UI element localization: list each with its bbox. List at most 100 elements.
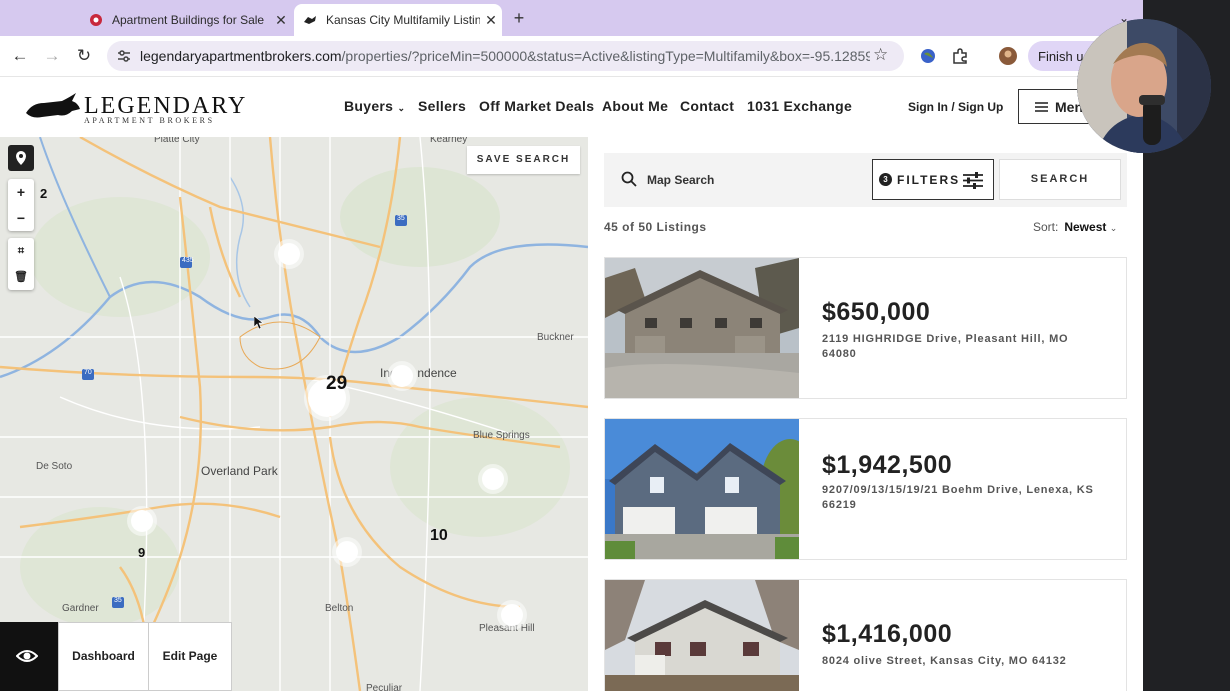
map-view[interactable]: Platte City Kearney Buckner Indendence B… (0, 137, 588, 691)
auth-links: Sign In / Sign Up (908, 100, 1003, 114)
search-button[interactable]: SEARCH (999, 159, 1121, 200)
logo-favicon-icon (302, 12, 318, 28)
chevron-down-icon: ⌄ (1109, 223, 1118, 233)
listing-price: $1,416,000 (822, 620, 953, 648)
dashboard-button[interactable]: Dashboard (58, 622, 149, 691)
auth-separator: / (951, 100, 955, 114)
map-label-gardner: Gardner (62, 603, 99, 614)
map-marker[interactable] (391, 365, 413, 387)
sign-up-link[interactable]: Sign Up (958, 100, 1003, 114)
globe-extension-icon[interactable] (918, 46, 938, 66)
nav-about-me[interactable]: About Me (602, 98, 668, 114)
sort-value: Newest (1064, 220, 1107, 234)
location-pin-button[interactable] (8, 145, 34, 171)
eye-icon (16, 650, 38, 662)
site-favicon-icon (88, 12, 104, 28)
profile-avatar-icon[interactable] (998, 46, 1018, 66)
map-label-independence-b: ndence (417, 366, 457, 380)
browser-window: Apartment Buildings for Sale ✕ Kansas Ci… (0, 0, 1143, 691)
trash-icon[interactable]: 🗑 (8, 264, 34, 290)
map-marker[interactable] (131, 510, 153, 532)
cluster-count: 9 (138, 545, 146, 560)
listing-price: $650,000 (822, 298, 931, 326)
save-search-button[interactable]: SAVE SEARCH (467, 146, 580, 174)
map-marker[interactable] (278, 243, 300, 265)
map-label-de-soto: De Soto (36, 461, 73, 472)
listing-photo[interactable] (605, 419, 799, 559)
filters-count-badge: 3 (879, 173, 892, 186)
map-marker[interactable] (501, 604, 523, 626)
listing-address: 8024 olive Street, Kansas City, MO 64132 (822, 655, 1067, 667)
map-label-peculiar: Peculiar (366, 683, 403, 691)
listings-pane: Map Search 3 FILTERS SEARCH 45 of 50 Lis… (588, 137, 1143, 691)
listing-card[interactable]: $1,942,500 9207/09/13/15/19/21 Boehm Dri… (604, 418, 1127, 560)
webcam-overlay (1077, 19, 1211, 153)
sort-dropdown[interactable]: Sort: Newest ⌄ (1033, 220, 1117, 234)
tab-kansas-city-listings[interactable]: Kansas City Multifamily Listin ✕ (294, 4, 502, 36)
bookmark-star-icon[interactable]: ☆ (873, 45, 888, 65)
listing-address: 2119 HIGHRIDGE Drive, Pleasant Hill, MO … (822, 333, 1069, 360)
zoom-level: 2 (40, 186, 48, 201)
zoom-in-button[interactable]: + (8, 179, 34, 205)
address-bar[interactable]: legendaryapartmentbrokers.com/properties… (107, 41, 904, 71)
presenter-video (1077, 19, 1211, 153)
nav-buyers-label: Buyers (344, 98, 394, 114)
listing-count: 45 of 50 Listings (604, 220, 707, 234)
url-text: legendaryapartmentbrokers.com/properties… (140, 48, 870, 64)
browser-toolbar: ← → ↻ legendaryapartmentbrokers.com/prop… (0, 36, 1143, 77)
listing-card[interactable]: $650,000 2119 HIGHRIDGE Drive, Pleasant … (604, 257, 1127, 399)
forward-arrow-icon[interactable]: → (40, 44, 64, 68)
map-label-platte-city: Platte City (154, 137, 200, 145)
map-search-input[interactable]: Map Search (647, 173, 714, 187)
site-settings-icon[interactable] (115, 47, 133, 65)
site-logo[interactable]: LEGENDARY APARTMENT BROKERS (22, 89, 245, 125)
nav-1031-exchange[interactable]: 1031 Exchange (747, 98, 852, 114)
hamburger-icon (1035, 102, 1048, 112)
sign-in-link[interactable]: Sign In (908, 100, 948, 114)
search-icon (621, 171, 637, 187)
zoom-out-button[interactable]: − (8, 205, 34, 231)
listing-card[interactable]: $1,416,000 8024 olive Street, Kansas Cit… (604, 579, 1127, 691)
nav-contact[interactable]: Contact (680, 98, 734, 114)
highway-shield-435: 435 (182, 257, 194, 264)
nav-buyers[interactable]: Buyers ⌄ (344, 98, 405, 114)
reload-icon[interactable]: ↻ (72, 44, 96, 68)
listing-photo[interactable] (605, 258, 799, 398)
draw-controls: ⌗ 🗑 (8, 238, 34, 290)
filters-button[interactable]: 3 FILTERS (872, 159, 994, 200)
mouse-cursor-icon (254, 316, 264, 330)
admin-bar: Dashboard Edit Page (0, 622, 232, 691)
sort-label: Sort: (1033, 220, 1059, 234)
url-path: /properties/?priceMin=500000&status=Acti… (341, 48, 870, 64)
listing-address: 9207/09/13/15/19/21 Boehm Drive, Lenexa,… (822, 484, 1094, 511)
highway-shield-70: 70 (84, 369, 92, 376)
zoom-controls: + − (8, 179, 34, 231)
new-tab-icon[interactable]: + (508, 6, 530, 30)
listing-price: $1,942,500 (822, 451, 953, 479)
listing-photo[interactable] (605, 580, 799, 691)
nav-sellers[interactable]: Sellers (418, 98, 466, 114)
close-tab-icon[interactable]: ✕ (270, 12, 292, 29)
map-label-buckner: Buckner (537, 332, 574, 343)
filters-label: FILTERS (897, 173, 961, 187)
map-label-overland-park: Overland Park (201, 464, 278, 478)
highway-shield-35: 35 (397, 215, 405, 222)
tab-apartment-buildings[interactable]: Apartment Buildings for Sale ✕ (78, 4, 292, 36)
tab-title: Apartment Buildings for Sale (112, 13, 265, 27)
map-marker[interactable] (482, 468, 504, 490)
edit-page-button[interactable]: Edit Page (148, 622, 232, 691)
preview-eye-button[interactable] (0, 622, 58, 691)
logo-subtitle: APARTMENT BROKERS (84, 116, 215, 125)
map-pin-icon (16, 151, 26, 165)
draw-polygon-icon[interactable]: ⌗ (8, 238, 34, 264)
tab-title: Kansas City Multifamily Listin (326, 13, 480, 27)
close-tab-icon[interactable]: ✕ (480, 12, 502, 29)
puzzle-extensions-icon[interactable] (950, 46, 970, 66)
back-arrow-icon[interactable]: ← (8, 44, 32, 68)
cluster-count: 29 (326, 373, 348, 394)
site-header: LEGENDARY APARTMENT BROKERS Buyers ⌄ Sel… (0, 77, 1143, 137)
nav-off-market-deals[interactable]: Off Market Deals (479, 98, 594, 114)
bull-logo-icon (26, 93, 80, 118)
highway-shield-35-south: 35 (114, 597, 122, 604)
map-marker[interactable] (336, 541, 358, 563)
